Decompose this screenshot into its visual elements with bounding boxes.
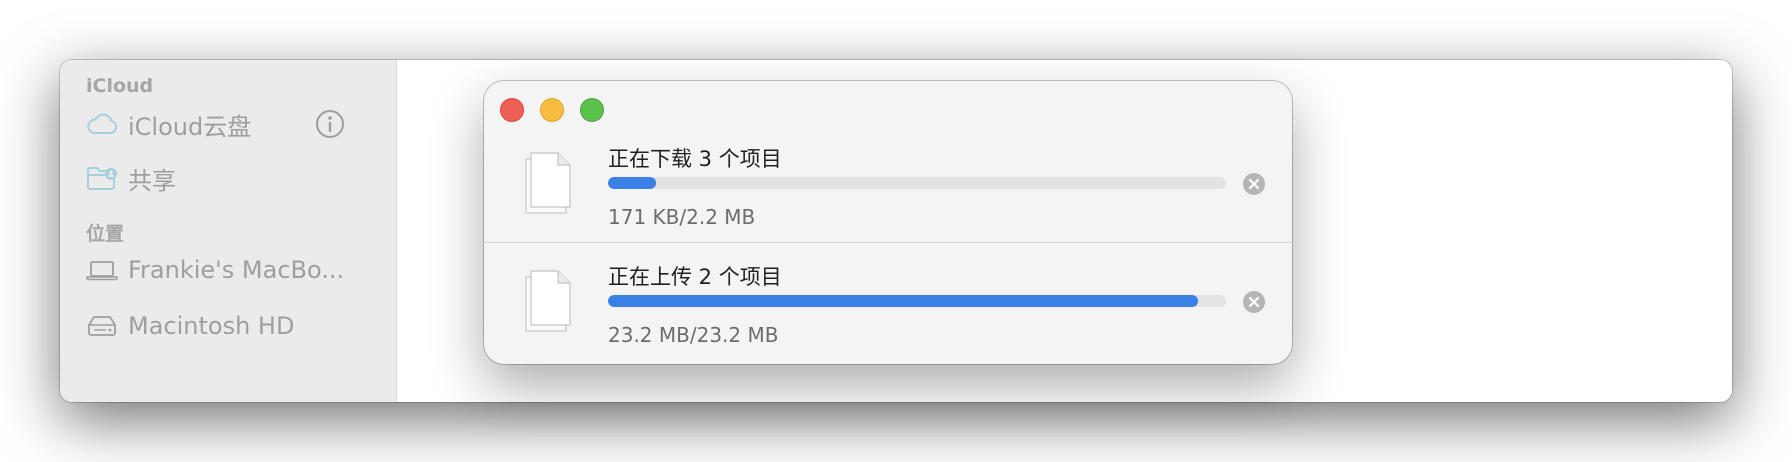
progress-bar xyxy=(608,295,1226,307)
sidebar-item-macbook[interactable]: Frankie's MacBo... xyxy=(86,250,376,290)
shared-folder-icon xyxy=(86,163,118,193)
document-stack-icon xyxy=(522,267,578,333)
progress-window: 正在下载 3 个项目 171 KB/2.2 MB 正在上传 2 个项目 23.2… xyxy=(484,81,1292,364)
sidebar: iCloud iCloud云盘 共享 位置 Frankie's MacBo...… xyxy=(60,60,397,402)
info-icon[interactable] xyxy=(314,108,346,140)
zoom-button[interactable] xyxy=(580,98,604,122)
transfer-title: 正在下载 3 个项目 xyxy=(608,147,782,171)
sidebar-item-label: Macintosh HD xyxy=(128,312,295,340)
sidebar-item-label: iCloud云盘 xyxy=(128,112,252,141)
hard-drive-icon xyxy=(86,311,118,341)
progress-fill xyxy=(608,295,1199,307)
transfer-title: 正在上传 2 个项目 xyxy=(608,265,782,289)
transfer-size: 23.2 MB/23.2 MB xyxy=(608,323,779,347)
minimize-button[interactable] xyxy=(540,98,564,122)
progress-bar xyxy=(608,177,1226,189)
close-button[interactable] xyxy=(500,98,524,122)
cancel-icon[interactable] xyxy=(1242,290,1266,314)
progress-fill xyxy=(608,177,656,189)
sidebar-item-shared[interactable]: 共享 xyxy=(86,158,376,198)
sidebar-item-icloud-drive[interactable]: iCloud云盘 xyxy=(86,104,376,144)
sidebar-section-icloud: iCloud xyxy=(86,75,154,97)
transfer-size: 171 KB/2.2 MB xyxy=(608,205,756,229)
laptop-icon xyxy=(86,255,118,285)
divider xyxy=(484,242,1292,243)
sidebar-item-macintosh-hd[interactable]: Macintosh HD xyxy=(86,306,376,346)
cloud-icon xyxy=(86,109,118,139)
sidebar-item-label: Frankie's MacBo... xyxy=(128,256,345,284)
document-stack-icon xyxy=(522,149,578,215)
sidebar-section-locations: 位置 xyxy=(86,223,125,245)
sidebar-item-label: 共享 xyxy=(128,166,176,195)
cancel-icon[interactable] xyxy=(1242,172,1266,196)
window-controls xyxy=(500,98,604,122)
